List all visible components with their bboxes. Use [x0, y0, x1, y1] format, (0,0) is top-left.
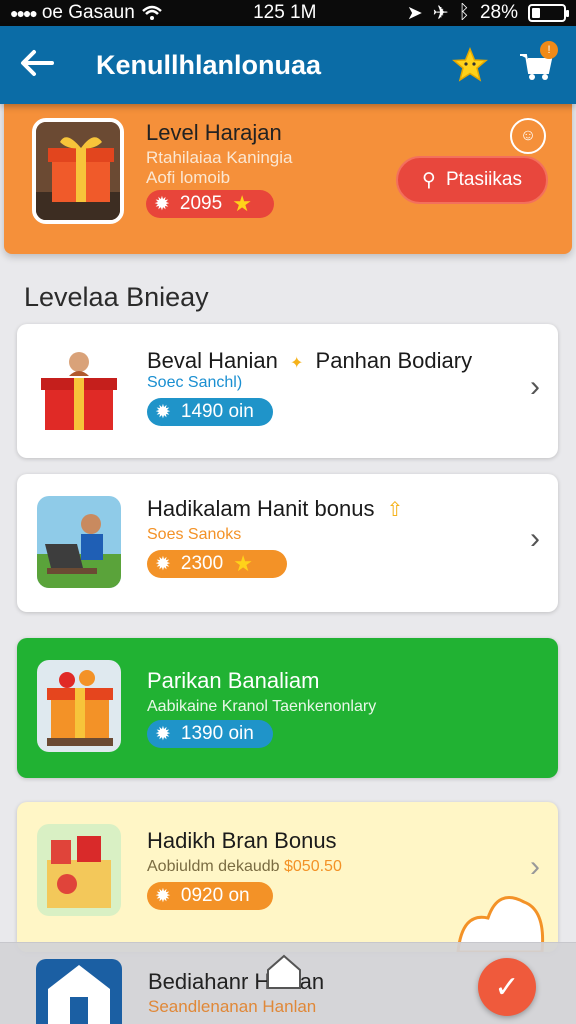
- cart-badge: !: [540, 41, 558, 59]
- section-title: Levelaa Bnieay: [24, 282, 209, 312]
- item-title: Parikan Banaliam: [147, 668, 320, 693]
- points-badge: ✹ 2300 ★: [147, 550, 287, 578]
- battery-percent: 28%: [479, 2, 518, 23]
- coin-icon: ✹: [155, 553, 171, 575]
- chevron-right-icon[interactable]: ›: [530, 522, 540, 556]
- chevron-right-icon[interactable]: ›: [530, 370, 540, 404]
- featured-subtitle: Rtahilaiaa Kaningia: [146, 148, 293, 167]
- item-price: $050.50: [284, 858, 342, 875]
- chevron-right-icon[interactable]: ›: [530, 850, 540, 884]
- coin-icon: ✹: [155, 723, 171, 745]
- item-subtitle: Aobiuldm dekaudb $050.50: [147, 858, 342, 876]
- item-subtitle: Aabikaine Kranol Taenkenonlary: [147, 698, 377, 715]
- item-title-extra: Panhan Bodiary: [315, 348, 473, 373]
- home-icon[interactable]: [264, 952, 304, 992]
- points-badge: ✹ 0920 on: [147, 882, 273, 910]
- bottom-subtitle: Seandlenanan Hanlan: [148, 997, 317, 1016]
- coin-icon: ✹: [155, 885, 171, 907]
- gift-box-image: [32, 118, 124, 224]
- info-icon[interactable]: ☺: [510, 118, 546, 154]
- star-icon: ★: [233, 551, 253, 576]
- page-title: Kenullhlanlonuaa: [96, 49, 322, 80]
- featured-subtitle-2: Aofi lomoib: [146, 168, 231, 187]
- points-badge: ✹ 2095 ★: [146, 190, 274, 218]
- battery-fill: [531, 8, 541, 18]
- item-subtitle: Soes Sanoks: [147, 526, 242, 543]
- featured-title: Level Harajan: [146, 120, 282, 145]
- star-icon[interactable]: [450, 45, 490, 85]
- app-header: Kenullhlanlonuaa !: [0, 26, 576, 104]
- up-arrow-icon: ⇧: [386, 499, 404, 521]
- item-title: Beval Hanian ✦ Panhan Bodiary: [147, 348, 472, 374]
- featured-action-button[interactable]: ⚲ Ptasiikas: [396, 156, 548, 204]
- gift-crate-icon: [37, 660, 121, 752]
- bluetooth-icon: ᛒ: [458, 2, 470, 23]
- coin-icon: ✹: [155, 401, 171, 423]
- sparkle-icon: ✦: [290, 355, 304, 372]
- gift-icon: [37, 344, 121, 436]
- nav-icon: ✈: [432, 2, 449, 24]
- check-icon[interactable]: ✓: [478, 958, 536, 1016]
- coin-icon: ✹: [154, 193, 170, 215]
- list-item[interactable]: Hadikalam Hanit bonus ⇧ Soes Sanoks ✹ 23…: [17, 474, 558, 612]
- house-icon: [36, 959, 122, 1024]
- points-value: 2095: [179, 193, 223, 214]
- laptop-icon: [37, 496, 121, 588]
- location-icon: ➤: [406, 2, 423, 24]
- points-value: 1490 oin: [180, 401, 254, 422]
- clock: 125 1M: [253, 2, 317, 23]
- list-item[interactable]: Parikan Banaliam Aabikaine Kranol Taenke…: [17, 638, 558, 778]
- cart-icon[interactable]: !: [516, 41, 558, 85]
- points-badge: ✹ 1390 oin: [147, 720, 273, 748]
- gift-basket-icon: [37, 824, 121, 916]
- points-value: 0920 on: [180, 885, 250, 906]
- points-value: 2300: [180, 553, 224, 574]
- featured-card[interactable]: Level Harajan Rtahilaiaa Kaningia Aofi l…: [4, 104, 572, 254]
- item-subtitle-text: Aobiuldm dekaudb: [147, 858, 280, 875]
- item-subtitle: Soec Sanchl): [147, 374, 243, 391]
- back-arrow-icon[interactable]: [20, 44, 70, 86]
- item-title: Hadikalam Hanit bonus ⇧: [147, 496, 403, 522]
- item-title: Hadikh Bran Bonus: [147, 828, 337, 853]
- item-title-text: Hadikalam Hanit bonus: [147, 496, 375, 521]
- list-item[interactable]: Hadikh Bran Bonus Aobiuldm dekaudb $050.…: [17, 802, 558, 952]
- carrier-label: oe Gasaun: [41, 2, 135, 23]
- points-badge: ✹ 1490 oin: [147, 398, 273, 426]
- points-value: 1390 oin: [180, 723, 254, 744]
- item-title-text: Beval Hanian: [147, 348, 278, 373]
- list-item[interactable]: Beval Hanian ✦ Panhan Bodiary Soec Sanch…: [17, 324, 558, 458]
- status-bar: ●●●● oe Gasaun 125 1M ➤ ✈ ᛒ 28%: [0, 0, 576, 26]
- wifi-icon: [141, 5, 162, 20]
- featured-action-label: Ptasiikas: [445, 169, 522, 190]
- signal-dots-icon: ●●●●: [10, 5, 38, 21]
- battery-icon: [527, 4, 569, 22]
- star-icon: ★: [232, 191, 252, 216]
- search-icon: ⚲: [422, 169, 436, 191]
